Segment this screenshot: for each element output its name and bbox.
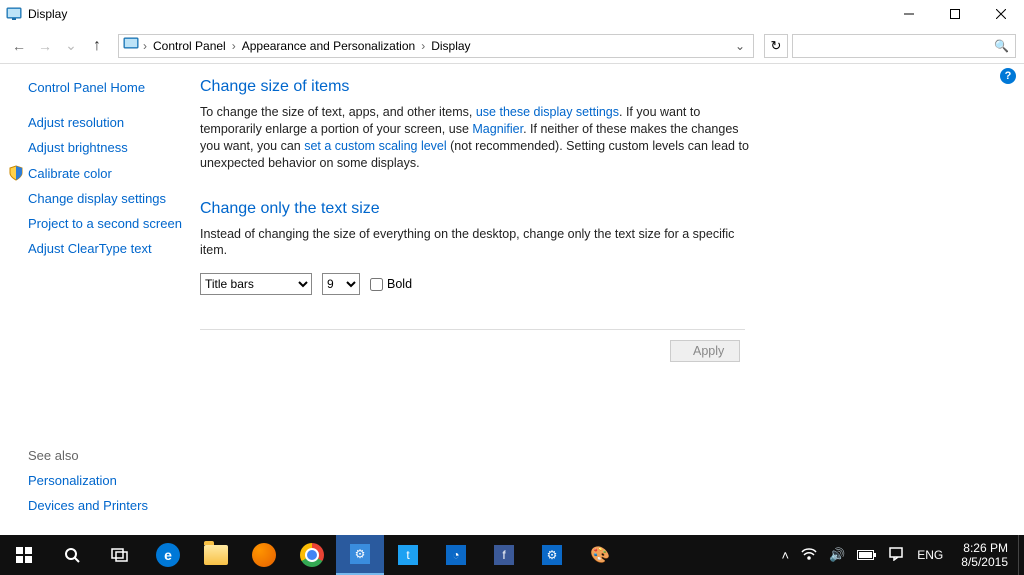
maximize-button[interactable] [932, 0, 978, 28]
main-content: ? Change size of items To change the siz… [200, 64, 1024, 535]
taskbar-app-firefox[interactable] [240, 535, 288, 575]
clock-date: 8/5/2015 [961, 555, 1008, 569]
title-bar: Display [0, 0, 1024, 28]
breadcrumb-item[interactable]: Display [429, 39, 472, 53]
window-title: Display [28, 7, 886, 21]
sidebar-link-adjust-resolution[interactable]: Adjust resolution [28, 115, 200, 130]
link-display-settings[interactable]: use these display settings [476, 105, 619, 119]
taskbar-app-paint[interactable]: 🎨 [576, 535, 624, 575]
divider [200, 329, 745, 330]
link-magnifier[interactable]: Magnifier [472, 122, 523, 136]
recent-dropdown[interactable]: ⌄ [60, 35, 82, 57]
bold-checkbox-input[interactable] [370, 278, 383, 291]
paragraph-size-items: To change the size of text, apps, and ot… [200, 104, 750, 172]
control-panel-icon: ⚙ [350, 544, 370, 564]
sidebar-link-label: Calibrate color [28, 166, 112, 181]
close-button[interactable] [978, 0, 1024, 28]
sidebar-link-project-second-screen[interactable]: Project to a second screen [28, 216, 200, 231]
back-button[interactable]: ← [8, 35, 30, 57]
gear-icon: ⚙ [542, 545, 562, 565]
heading-change-size-items: Change size of items [200, 78, 750, 96]
search-button[interactable] [48, 535, 96, 575]
language-indicator[interactable]: ENG [909, 548, 951, 562]
heading-change-text-size: Change only the text size [200, 200, 750, 218]
shield-icon [8, 165, 24, 181]
volume-icon[interactable]: 🔊 [823, 547, 851, 563]
firefox-icon [252, 543, 276, 567]
search-icon: 🔍 [994, 39, 1009, 53]
breadcrumb-item[interactable]: Appearance and Personalization [240, 39, 417, 53]
paragraph-text-size: Instead of changing the size of everythi… [200, 226, 750, 260]
size-select[interactable]: 9 [322, 273, 360, 295]
chrome-icon [300, 543, 324, 567]
see-also-devices-printers[interactable]: Devices and Printers [28, 498, 148, 513]
taskbar: e ⚙ t ◔ f ⚙ 🎨 ˄ 🔊 ENG 8:26 PM 8/5/2015 [0, 535, 1024, 575]
action-center-icon[interactable] [883, 547, 909, 564]
taskbar-app-edge[interactable]: e [144, 535, 192, 575]
folder-icon [204, 545, 228, 565]
sidebar: Control Panel Home Adjust resolution Adj… [0, 64, 200, 535]
text-size-controls: Title bars 9 Bold [200, 273, 750, 295]
twitter-icon: t [398, 545, 418, 565]
refresh-button[interactable]: ↻ [764, 34, 788, 58]
see-also-header: See also [28, 448, 148, 463]
control-panel-home-link[interactable]: Control Panel Home [28, 80, 200, 95]
search-input[interactable]: 🔍 [792, 34, 1016, 58]
taskbar-app-generic1[interactable]: ◔ [432, 535, 480, 575]
bold-label: Bold [387, 277, 412, 291]
address-bar[interactable]: › Control Panel › Appearance and Persona… [118, 34, 754, 58]
start-button[interactable] [0, 535, 48, 575]
taskbar-app-explorer[interactable] [192, 535, 240, 575]
taskbar-app-settings[interactable]: ⚙ [528, 535, 576, 575]
sidebar-link-change-display-settings[interactable]: Change display settings [28, 191, 200, 206]
link-custom-scaling[interactable]: set a custom scaling level [304, 139, 446, 153]
show-desktop-button[interactable] [1018, 535, 1024, 575]
nav-bar: ← → ⌄ ↑ › Control Panel › Appearance and… [0, 28, 1024, 64]
taskbar-app-facebook[interactable]: f [480, 535, 528, 575]
minimize-button[interactable] [886, 0, 932, 28]
task-view-button[interactable] [96, 535, 144, 575]
taskbar-app-control-panel[interactable]: ⚙ [336, 535, 384, 575]
sidebar-link-calibrate-color[interactable]: Calibrate color [28, 165, 200, 181]
edge-icon: e [156, 543, 180, 567]
address-dropdown[interactable]: ⌄ [731, 39, 749, 53]
clock-time: 8:26 PM [961, 541, 1008, 555]
item-select[interactable]: Title bars [200, 273, 312, 295]
app-icon [6, 6, 22, 22]
facebook-icon: f [494, 545, 514, 565]
wifi-icon[interactable] [795, 548, 823, 563]
bold-checkbox[interactable]: Bold [370, 277, 412, 291]
see-also-personalization[interactable]: Personalization [28, 473, 148, 488]
apply-button[interactable]: Apply [670, 340, 740, 362]
chevron-right-icon: › [419, 39, 427, 53]
battery-icon[interactable] [851, 548, 883, 563]
chevron-right-icon: › [230, 39, 238, 53]
up-button[interactable]: ↑ [86, 35, 108, 57]
paint-icon: 🎨 [590, 545, 610, 565]
sidebar-link-adjust-brightness[interactable]: Adjust brightness [28, 140, 200, 155]
app-icon: ◔ [446, 545, 466, 565]
text: To change the size of text, apps, and ot… [200, 105, 476, 119]
sidebar-link-adjust-cleartype[interactable]: Adjust ClearType text [28, 241, 200, 256]
chevron-right-icon: › [141, 39, 149, 53]
taskbar-app-chrome[interactable] [288, 535, 336, 575]
address-icon [123, 36, 139, 55]
see-also-section: See also Personalization Devices and Pri… [28, 448, 148, 523]
taskbar-app-twitter[interactable]: t [384, 535, 432, 575]
tray-chevron-icon[interactable]: ˄ [775, 548, 795, 563]
clock[interactable]: 8:26 PM 8/5/2015 [951, 541, 1018, 570]
forward-button[interactable]: → [34, 35, 56, 57]
help-icon[interactable]: ? [1000, 68, 1016, 84]
breadcrumb-item[interactable]: Control Panel [151, 39, 228, 53]
